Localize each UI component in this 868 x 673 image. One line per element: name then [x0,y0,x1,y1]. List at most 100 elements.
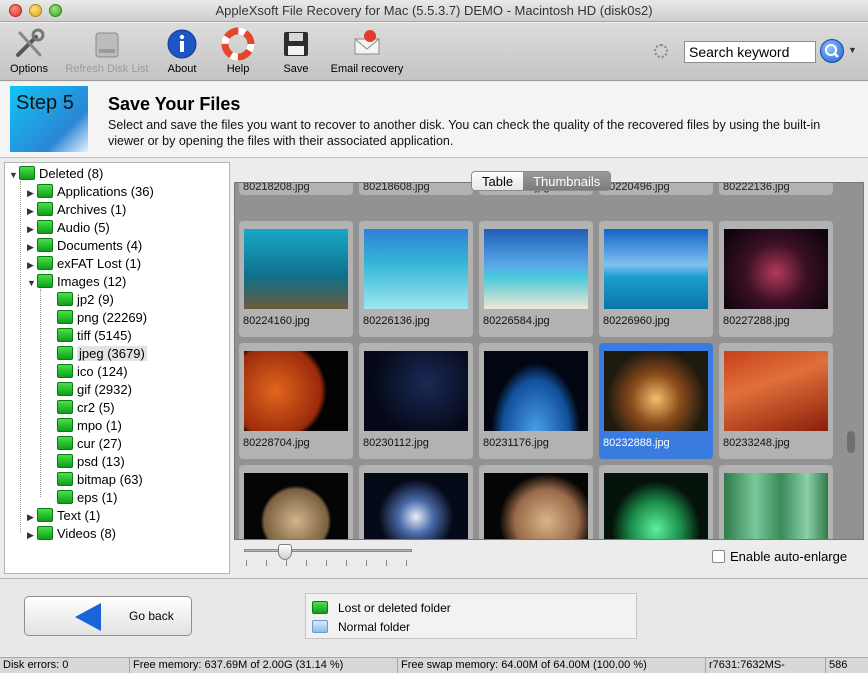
tree-item-cr2[interactable]: cr2 (5) [57,399,115,417]
step-badge: Step 5 [10,86,88,152]
thumbnail-image [244,473,348,539]
thumbnail-caption: 80233248.jpg [723,437,790,449]
tab-thumbnails[interactable]: Thumbnails [523,172,611,190]
tree-item-images[interactable]: ▼ Images (12) [27,273,126,291]
tree-item-eps[interactable]: eps (1) [57,489,117,507]
lifebuoy-icon [221,27,255,61]
auto-enlarge-checkbox[interactable] [712,550,725,563]
disclosure-closed-icon[interactable]: ▶ [27,184,37,202]
thumbnail-image [484,473,588,539]
minimize-window-button[interactable] [29,4,42,17]
view-mode-toggle: Table Thumbnails [471,171,612,191]
tree-item-audio[interactable]: ▶ Audio (5) [27,219,110,237]
thumbnail-image [484,229,588,309]
folder-tree[interactable]: ▼ Deleted (8) ▶ Applications (36) ▶ Archive… [4,162,230,574]
thumbnail-item[interactable]: 80228704.jpg [239,343,353,459]
auto-enlarge-label[interactable]: Enable auto-enlarge [730,549,847,564]
tree-item-documents[interactable]: ▶ Documents (4) [27,237,142,255]
thumbnail-item[interactable]: 80226136.jpg [359,221,473,337]
thumbnail-image [364,473,468,539]
thumbnail-item[interactable] [599,465,713,539]
help-button[interactable]: Help [218,27,258,75]
tree-item-mpo[interactable]: mpo (1) [57,417,122,435]
lost-folder-icon [37,508,53,522]
tree-item-bitmap[interactable]: bitmap (63) [57,471,143,489]
magnifier-icon [825,44,839,58]
search-button[interactable] [820,39,844,63]
disclosure-closed-icon[interactable]: ▶ [27,526,37,544]
thumbnail-caption[interactable]: 80218208.jpg [239,183,353,195]
disclosure-closed-icon[interactable]: ▶ [27,220,37,238]
tree-item-videos[interactable]: ▶ Videos (8) [27,525,116,543]
status-bar: Disk errors: 0 Free memory: 637.69M of 2… [0,657,868,673]
refresh-disk-list-button[interactable]: Refresh Disk List [60,27,154,75]
thumbnail-item[interactable]: 80224160.jpg [239,221,353,337]
disclosure-open-icon[interactable]: ▼ [9,166,19,184]
thumbnail-caption: 80230112.jpg [363,437,429,449]
about-button[interactable]: About [162,27,202,75]
save-button[interactable]: Save [278,27,314,75]
tab-table[interactable]: Table [472,172,524,190]
tree-item-label: Audio (5) [57,220,110,235]
tree-item-jpeg[interactable]: jpeg (3679) [57,345,147,363]
tree-item-cur[interactable]: cur (27) [57,435,122,453]
vertical-scrollbar-thumb[interactable] [847,431,855,453]
tree-item-label: Archives (1) [57,202,127,217]
tree-item-text[interactable]: ▶ Text (1) [27,507,100,525]
email-recovery-button[interactable]: Email recovery [326,27,408,75]
search-input[interactable] [684,41,816,63]
tree-item-deleted[interactable]: ▼ Deleted (8) [9,165,103,183]
thumbnail-item[interactable]: 80226584.jpg [479,221,593,337]
tree-item-label: psd (13) [77,454,125,469]
slider-knob[interactable] [278,544,292,560]
disclosure-closed-icon[interactable]: ▶ [27,202,37,220]
close-window-button[interactable] [9,4,22,17]
thumbnail-caption: 80226136.jpg [363,315,430,327]
tree-item-applications[interactable]: ▶ Applications (36) [27,183,154,201]
thumbnail-size-slider[interactable] [244,549,412,552]
status-free-swap: Free swap memory: 64.00M of 64.00M (100.… [398,658,706,673]
tree-item-label: exFAT Lost (1) [57,256,142,271]
tree-item-psd[interactable]: psd (13) [57,453,125,471]
thumbnail-item[interactable] [719,465,833,539]
thumbnail-item[interactable] [359,465,473,539]
tree-guide-line [40,289,41,497]
tree-item-label: jpeg (3679) [77,346,147,361]
status-count: 586 [829,659,848,671]
thumbnail-caption[interactable]: 80222136.jpg [719,183,833,195]
thumbnail-item[interactable]: 80226960.jpg [599,221,713,337]
disclosure-open-icon[interactable]: ▼ [27,274,37,292]
tree-item-tiff[interactable]: tiff (5145) [57,327,132,345]
thumbnail-item[interactable]: 80230112.jpg [359,343,473,459]
tree-item-exfat-lost[interactable]: ▶ exFAT Lost (1) [27,255,141,273]
thumbnail-item[interactable]: 80231176.jpg [479,343,593,459]
tree-item-archives[interactable]: ▶ Archives (1) [27,201,126,219]
thumbnail-item[interactable] [239,465,353,539]
thumbnail-item-selected[interactable]: 80232888.jpg [599,343,713,459]
thumbnail-item[interactable]: 80227288.jpg [719,221,833,337]
search-options-caret-icon[interactable]: ▼ [848,45,857,55]
tree-item-ico[interactable]: ico (124) [57,363,128,381]
disclosure-closed-icon[interactable]: ▶ [27,238,37,256]
lost-folder-icon [57,400,73,414]
thumbnail-caption[interactable]: 80220496.jpg [599,183,713,195]
thumbnail-item[interactable] [479,465,593,539]
thumbnail-caption: 80228704.jpg [243,437,310,449]
tree-item-jp2[interactable]: jp2 (9) [57,291,114,309]
thumbnail-item[interactable]: 80233248.jpg [719,343,833,459]
tree-item-png[interactable]: png (22269) [57,309,147,327]
tree-item-label: Applications (36) [57,184,154,199]
tree-guide-line [20,181,21,533]
thumbnail-grid[interactable]: 80218208.jpg 80218608.jpg 80219088.jpg 8… [234,182,864,540]
disclosure-closed-icon[interactable]: ▶ [27,508,37,526]
status-free-memory: Free memory: 637.69M of 2.00G (31.14 %) [130,658,398,673]
email-icon [354,30,380,55]
thumbnail-caption[interactable]: 80218608.jpg [359,183,473,195]
zoom-window-button[interactable] [49,4,62,17]
options-button[interactable]: Options [6,27,52,75]
lost-folder-icon [57,382,73,396]
tree-item-gif[interactable]: gif (2932) [57,381,132,399]
tree-item-label: tiff (5145) [77,328,132,343]
disclosure-closed-icon[interactable]: ▶ [27,256,37,274]
go-back-button[interactable]: Go back [24,596,192,636]
